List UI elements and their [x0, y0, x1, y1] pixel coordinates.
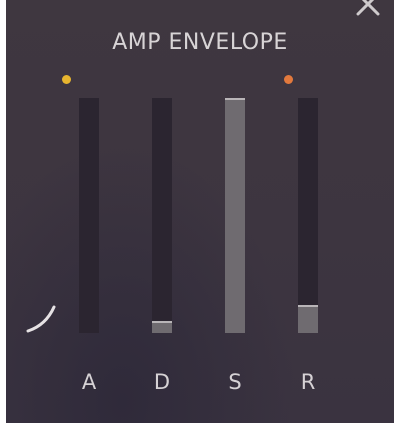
sustain-slider-fill [225, 98, 245, 333]
attack-indicator-dot [62, 75, 71, 84]
sustain-slider[interactable] [225, 98, 245, 333]
attack-label: A [81, 370, 97, 394]
sustain-slider-handle[interactable] [225, 98, 245, 100]
attack-slider[interactable] [79, 98, 99, 333]
release-slider[interactable] [298, 98, 318, 333]
release-label: R [300, 370, 316, 394]
release-slider-fill [298, 305, 318, 333]
sustain-label: S [228, 370, 242, 394]
decay-label: D [153, 370, 171, 394]
decay-slider[interactable] [152, 98, 172, 333]
close-icon[interactable] [354, 0, 388, 20]
curve-icon[interactable] [24, 295, 64, 335]
release-indicator-dot [284, 75, 293, 84]
amp-envelope-panel: AMP ENVELOPE A D S R [6, 0, 394, 423]
decay-slider-handle[interactable] [152, 321, 172, 323]
release-slider-handle[interactable] [298, 305, 318, 307]
panel-title: AMP ENVELOPE [112, 30, 288, 55]
